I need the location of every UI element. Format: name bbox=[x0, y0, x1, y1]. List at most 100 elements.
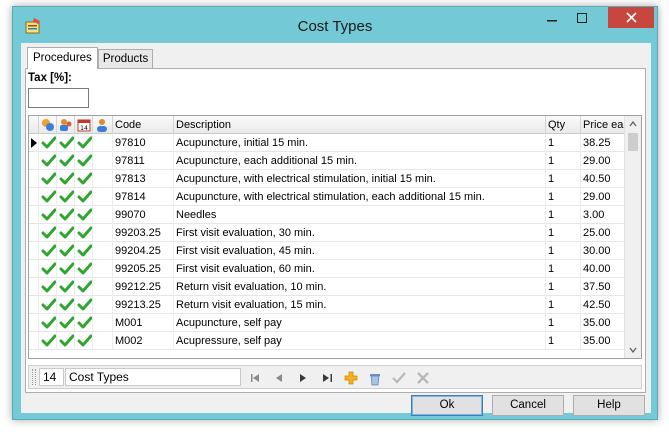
qty-cell[interactable]: 1 bbox=[546, 188, 581, 206]
calendar-check-cell[interactable] bbox=[75, 224, 93, 242]
col-header-person[interactable] bbox=[93, 116, 113, 134]
prior-record-button[interactable] bbox=[269, 369, 289, 387]
description-cell[interactable]: Needles bbox=[174, 206, 546, 224]
title-bar[interactable]: Cost Types bbox=[13, 7, 657, 44]
description-cell[interactable]: Acupuncture, with electrical stimulation… bbox=[174, 188, 546, 206]
table-row[interactable]: 99205.25 First visit evaluation, 60 min. 1… bbox=[29, 260, 625, 278]
description-cell[interactable]: Acupressure, self pay bbox=[174, 332, 546, 350]
person-cell[interactable] bbox=[93, 134, 113, 152]
description-cell[interactable]: Return visit evaluation, 15 min. bbox=[174, 296, 546, 314]
scroll-down-button[interactable] bbox=[625, 342, 641, 358]
qty-cell[interactable]: 1 bbox=[546, 242, 581, 260]
insurance-check-cell[interactable] bbox=[39, 170, 57, 188]
price-cell[interactable]: 30.00 bbox=[581, 242, 625, 260]
cancel-edit-button[interactable] bbox=[413, 369, 433, 387]
qty-cell[interactable]: 1 bbox=[546, 260, 581, 278]
group-check-cell[interactable] bbox=[57, 170, 75, 188]
next-record-button[interactable] bbox=[293, 369, 313, 387]
price-cell[interactable]: 40.50 bbox=[581, 170, 625, 188]
col-header-group[interactable] bbox=[57, 116, 75, 134]
table-row[interactable]: 99203.25 First visit evaluation, 30 min. 1… bbox=[29, 224, 625, 242]
qty-cell[interactable]: 1 bbox=[546, 224, 581, 242]
code-cell[interactable]: M001 bbox=[113, 314, 174, 332]
description-cell[interactable]: Acupuncture, each additional 15 min. bbox=[174, 152, 546, 170]
description-cell[interactable]: Acupuncture, with electrical stimulation… bbox=[174, 170, 546, 188]
table-row[interactable]: 99212.25 Return visit evaluation, 10 min.… bbox=[29, 278, 625, 296]
price-cell[interactable]: 29.00 bbox=[581, 188, 625, 206]
person-cell[interactable] bbox=[93, 242, 113, 260]
insert-record-button[interactable] bbox=[341, 369, 361, 387]
ok-button[interactable]: Ok bbox=[411, 395, 483, 416]
code-cell[interactable]: 97813 bbox=[113, 170, 174, 188]
post-edit-button[interactable] bbox=[389, 369, 409, 387]
qty-cell[interactable]: 1 bbox=[546, 206, 581, 224]
code-cell[interactable]: 99204.25 bbox=[113, 242, 174, 260]
scroll-thumb[interactable] bbox=[628, 133, 638, 151]
code-cell[interactable]: M002 bbox=[113, 332, 174, 350]
group-check-cell[interactable] bbox=[57, 332, 75, 350]
price-cell[interactable]: 35.00 bbox=[581, 314, 625, 332]
calendar-check-cell[interactable] bbox=[75, 314, 93, 332]
person-cell[interactable] bbox=[93, 170, 113, 188]
group-check-cell[interactable] bbox=[57, 152, 75, 170]
calendar-check-cell[interactable] bbox=[75, 296, 93, 314]
person-cell[interactable] bbox=[93, 188, 113, 206]
code-cell[interactable]: 99205.25 bbox=[113, 260, 174, 278]
calendar-check-cell[interactable] bbox=[75, 170, 93, 188]
code-cell[interactable]: 97811 bbox=[113, 152, 174, 170]
qty-cell[interactable]: 1 bbox=[546, 170, 581, 188]
code-cell[interactable]: 99212.25 bbox=[113, 278, 174, 296]
table-row[interactable]: 97814 Acupuncture, with electrical stimul… bbox=[29, 188, 625, 206]
code-cell[interactable]: 99070 bbox=[113, 206, 174, 224]
calendar-check-cell[interactable] bbox=[75, 152, 93, 170]
col-header-qty[interactable]: Qty bbox=[546, 116, 581, 134]
description-cell[interactable]: Acupuncture, initial 15 min. bbox=[174, 134, 546, 152]
maximize-button[interactable] bbox=[569, 7, 595, 28]
code-cell[interactable]: 99203.25 bbox=[113, 224, 174, 242]
person-cell[interactable] bbox=[93, 224, 113, 242]
price-cell[interactable]: 42.50 bbox=[581, 296, 625, 314]
qty-cell[interactable]: 1 bbox=[546, 134, 581, 152]
group-check-cell[interactable] bbox=[57, 296, 75, 314]
qty-cell[interactable]: 1 bbox=[546, 314, 581, 332]
col-header-price[interactable]: Price ea bbox=[581, 116, 625, 134]
table-row[interactable]: M002 Acupressure, self pay 1 35.00 bbox=[29, 332, 625, 350]
calendar-check-cell[interactable] bbox=[75, 260, 93, 278]
cost-types-grid[interactable]: 14 Code Description Qty Price ea 97810 Ac… bbox=[28, 115, 642, 359]
qty-cell[interactable]: 1 bbox=[546, 152, 581, 170]
price-cell[interactable]: 38.25 bbox=[581, 134, 625, 152]
table-row[interactable]: 99070 Needles 1 3.00 bbox=[29, 206, 625, 224]
calendar-check-cell[interactable] bbox=[75, 332, 93, 350]
minimize-button[interactable] bbox=[539, 7, 565, 28]
table-row[interactable]: 97813 Acupuncture, with electrical stimul… bbox=[29, 170, 625, 188]
description-cell[interactable]: First visit evaluation, 60 min. bbox=[174, 260, 546, 278]
insurance-check-cell[interactable] bbox=[39, 134, 57, 152]
code-cell[interactable]: 99213.25 bbox=[113, 296, 174, 314]
person-cell[interactable] bbox=[93, 314, 113, 332]
cancel-button[interactable]: Cancel bbox=[492, 395, 564, 416]
col-header-calendar[interactable]: 14 bbox=[75, 116, 93, 134]
insurance-check-cell[interactable] bbox=[39, 206, 57, 224]
first-record-button[interactable] bbox=[245, 369, 265, 387]
insurance-check-cell[interactable] bbox=[39, 278, 57, 296]
col-header-description[interactable]: Description bbox=[174, 116, 546, 134]
tax-input[interactable] bbox=[28, 88, 89, 108]
group-check-cell[interactable] bbox=[57, 134, 75, 152]
description-cell[interactable]: Return visit evaluation, 10 min. bbox=[174, 278, 546, 296]
vertical-scrollbar[interactable] bbox=[624, 116, 641, 358]
person-cell[interactable] bbox=[93, 260, 113, 278]
qty-cell[interactable]: 1 bbox=[546, 332, 581, 350]
tab-products[interactable]: Products bbox=[97, 49, 154, 69]
calendar-check-cell[interactable] bbox=[75, 188, 93, 206]
insurance-check-cell[interactable] bbox=[39, 260, 57, 278]
calendar-check-cell[interactable] bbox=[75, 134, 93, 152]
table-row[interactable]: 99213.25 Return visit evaluation, 15 min.… bbox=[29, 296, 625, 314]
calendar-check-cell[interactable] bbox=[75, 206, 93, 224]
scroll-up-button[interactable] bbox=[625, 116, 641, 132]
qty-cell[interactable]: 1 bbox=[546, 296, 581, 314]
description-cell[interactable]: First visit evaluation, 30 min. bbox=[174, 224, 546, 242]
last-record-button[interactable] bbox=[317, 369, 337, 387]
person-cell[interactable] bbox=[93, 152, 113, 170]
person-cell[interactable] bbox=[93, 206, 113, 224]
insurance-check-cell[interactable] bbox=[39, 242, 57, 260]
